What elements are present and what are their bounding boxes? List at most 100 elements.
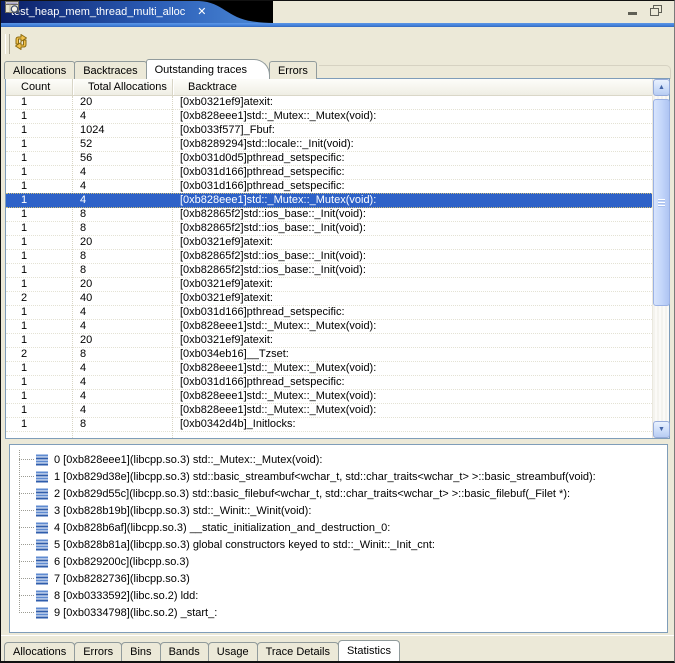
count-cell: 1 [6,166,72,179]
vertical-scrollbar[interactable]: ▲ ▼ [652,79,669,438]
column-header-total-allocations[interactable]: Total Allocations [72,79,172,95]
total-allocations-cell: 4 [72,390,172,403]
backtrace-frame-item[interactable]: 6 [0xb829200c](libcpp.so.3) [19,553,665,570]
table-row[interactable]: 1 20 [0xb0321ef9]atexit: [6,278,652,292]
count-cell: 1 [6,278,72,291]
total-allocations-cell: 4 [72,376,172,389]
count-cell: 1 [6,236,72,249]
count-cell: 1 [6,320,72,333]
bottom-tab-statistics[interactable]: Statistics [338,640,400,661]
count-cell: 1 [6,404,72,417]
bottom-tab-trace-details[interactable]: Trace Details [257,642,339,661]
stack-frame-icon [36,556,49,568]
table-row[interactable]: 1 4 [0xb828eee1]std::_Mutex::_Mutex(void… [6,362,652,376]
table-row[interactable]: 1 52 [0xb8289294]std::locale::_Init(void… [6,138,652,152]
stack-frame-icon [36,454,49,466]
table-row[interactable]: 1 4 [0xb828eee1]std::_Mutex::_Mutex(void… [6,320,652,334]
view-tab-outstanding-traces[interactable]: Outstanding traces [146,59,270,79]
table-row[interactable]: 1 4 [0xb828eee1]std::_Mutex::_Mutex(void… [6,390,652,404]
table-row[interactable]: 1 4 [0xb031d166]pthread_setspecific: [6,306,652,320]
backtrace-cell: [0xb0342d4b]_Initlocks: [172,418,652,431]
bottom-tab-bins[interactable]: Bins [121,642,160,661]
table-row[interactable]: 1 20 [0xb0321ef9]atexit: [6,334,652,348]
table-row[interactable]: 1 4 [0xb828eee1]std::_Mutex::_Mutex(void… [6,193,652,208]
backtrace-frame-item[interactable]: 0 [0xb828eee1](libcpp.so.3) std::_Mutex:… [19,451,665,468]
frame-text: 6 [0xb829200c](libcpp.so.3) [54,556,189,568]
column-header-backtrace[interactable]: Backtrace [172,79,652,95]
total-allocations-cell: 8 [72,348,172,361]
close-icon[interactable]: ✕ [197,7,206,17]
table-row[interactable]: 1 1024 [0xb033f577]_Fbuf: [6,124,652,138]
backtrace-frame-item[interactable]: 3 [0xb828b19b](libcpp.so.3) std::_Winit:… [19,502,665,519]
total-allocations-cell: 8 [72,250,172,263]
bottom-tab-bands[interactable]: Bands [160,642,209,661]
table-row[interactable]: 1 4 [0xb031d166]pthread_setspecific: [6,376,652,390]
table-row[interactable]: 1 56 [0xb031d0d5]pthread_setspecific: [6,152,652,166]
stack-frame-icon [36,590,49,602]
scrollbar-thumb[interactable] [653,99,670,306]
bottom-tab-allocations[interactable]: Allocations [4,642,75,661]
frame-text: 7 [0xb8282736](libcpp.so.3) [54,573,190,585]
backtrace-frame-item[interactable]: 8 [0xb0333592](libc.so.2) ldd: [19,587,665,604]
total-allocations-cell: 20 [72,334,172,347]
column-header-count[interactable]: Count [6,79,72,95]
view-tab-allocations[interactable]: Allocations [4,61,75,79]
backtrace-frame-item[interactable]: 4 [0xb828b6af](libcpp.so.3) __static_ini… [19,519,665,536]
backtrace-frame-item[interactable]: 5 [0xb828b81a](libcpp.so.3) global const… [19,536,665,553]
frame-text: 0 [0xb828eee1](libcpp.so.3) std::_Mutex:… [54,454,322,466]
table-row[interactable]: 1 8 [0xb82865f2]std::ios_base::_Init(voi… [6,250,652,264]
total-allocations-cell: 1024 [72,124,172,137]
backtrace-frame-item[interactable]: 9 [0xb0334798](libc.so.2) _start_: [19,604,665,621]
table-row[interactable]: 1 8 [0xb82865f2]std::ios_base::_Init(voi… [6,264,652,278]
frame-text: 5 [0xb828b81a](libcpp.so.3) global const… [54,539,435,551]
table-row[interactable]: 1 8 [0xb82865f2]std::ios_base::_Init(voi… [6,208,652,222]
backtrace-cell: [0xb031d166]pthread_setspecific: [172,306,652,319]
table-row[interactable]: 1 4 [0xb828eee1]std::_Mutex::_Mutex(void… [6,404,652,418]
table-row[interactable]: 2 8 [0xb034eb16]__Tzset: [6,348,652,362]
count-cell: 1 [6,96,72,109]
table-row[interactable]: 1 8 [0xb0342d4b]_Initlocks: [6,418,652,432]
backtrace-detail-panel: 0 [0xb828eee1](libcpp.so.3) std::_Mutex:… [9,444,668,633]
view-tab-backtraces[interactable]: Backtraces [74,61,146,79]
view-tab-errors[interactable]: Errors [269,61,317,79]
view-title-tab[interactable]: test_heap_mem_thread_multi_alloc ✕ [1,1,273,23]
minimize-icon[interactable] [628,6,638,16]
backtrace-frame-item[interactable]: 1 [0xb829d38e](libcpp.so.3) std::basic_s… [19,468,665,485]
bottom-tab-usage[interactable]: Usage [208,642,258,661]
scroll-down-icon[interactable]: ▼ [653,421,670,438]
backtrace-cell: [0xb828eee1]std::_Mutex::_Mutex(void): [172,110,652,123]
table-header: Count Total Allocations Backtrace [6,79,652,96]
restore-icon[interactable] [650,5,662,16]
backtrace-frame-item[interactable]: 7 [0xb8282736](libcpp.so.3) [19,570,665,587]
table-row[interactable]: 1 4 [0xb031d166]pthread_setspecific: [6,180,652,194]
count-cell: 2 [6,292,72,305]
frame-text: 1 [0xb829d38e](libcpp.so.3) std::basic_s… [54,471,596,483]
total-allocations-cell: 4 [72,320,172,333]
table-row[interactable]: 1 4 [0xb031d166]pthread_setspecific: [6,166,652,180]
count-cell: 1 [6,222,72,235]
total-allocations-cell: 56 [72,152,172,165]
bottom-tab-errors[interactable]: Errors [74,642,122,661]
count-cell: 1 [6,418,72,431]
table-row[interactable]: 1 8 [0xb82865f2]std::ios_base::_Init(voi… [6,222,652,236]
scroll-up-icon[interactable]: ▲ [653,79,670,96]
stack-frame-icon [36,573,49,585]
toolbar-drag-handle[interactable] [5,34,10,54]
backtrace-frame-item[interactable]: 2 [0xb829d55c](libcpp.so.3) std::basic_f… [19,485,665,502]
table-row[interactable]: 2 40 [0xb0321ef9]atexit: [6,292,652,306]
table-row[interactable]: 1 20 [0xb0321ef9]atexit: [6,236,652,250]
backtrace-cell: [0xb033f577]_Fbuf: [172,124,652,137]
total-allocations-cell: 4 [72,362,172,375]
total-allocations-cell: 40 [72,292,172,305]
backtrace-cell: [0xb034eb16]__Tzset: [172,348,652,361]
view-tab-bar: AllocationsBacktracesOutstanding tracesE… [4,59,671,79]
sync-arrows-icon[interactable] [12,33,32,53]
table-row[interactable]: 1 4 [0xb828eee1]std::_Mutex::_Mutex(void… [6,110,652,124]
backtrace-cell: [0xb8289294]std::locale::_Init(void): [172,138,652,151]
count-cell: 1 [6,264,72,277]
bottom-tab-bar: AllocationsErrorsBinsBandsUsageTrace Det… [4,640,399,661]
count-cell: 1 [6,194,72,207]
scrollbar-grip [658,199,665,207]
table-row[interactable]: 1 20 [0xb0321ef9]atexit: [6,96,652,110]
backtrace-cell: [0xb828eee1]std::_Mutex::_Mutex(void): [172,320,652,333]
